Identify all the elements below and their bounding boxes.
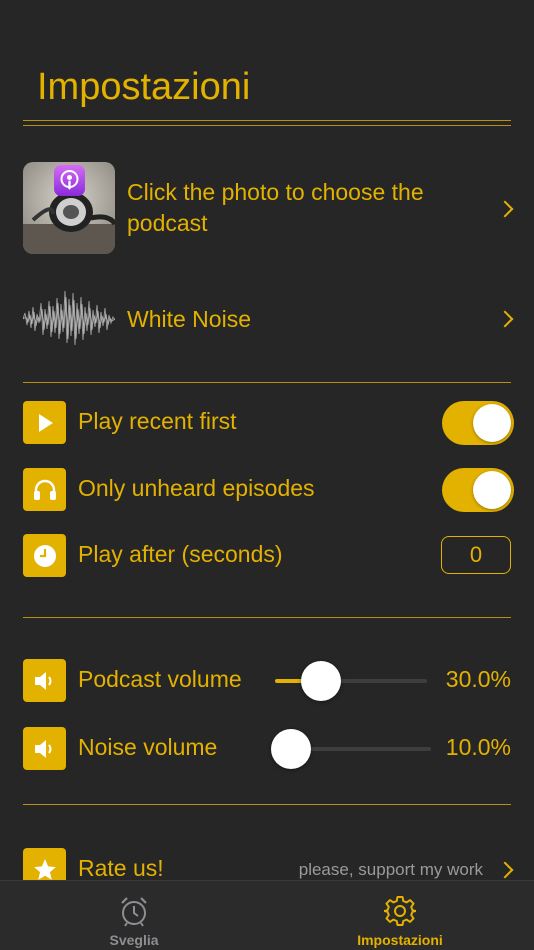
page-title: Impostazioni: [37, 66, 251, 108]
gear-icon: [384, 896, 416, 926]
podcast-volume-row: Podcast volume 30.0%: [23, 659, 513, 703]
play-after-row: Play after (seconds) 0: [23, 534, 513, 578]
play-recent-first-row: Play recent first: [23, 401, 514, 445]
section-divider: [23, 804, 511, 805]
play-recent-first-toggle[interactable]: [442, 401, 514, 445]
tab-impostazioni[interactable]: Impostazioni: [320, 881, 480, 950]
only-unheard-label: Only unheard episodes: [78, 475, 315, 501]
alarm-clock-icon: [121, 897, 147, 927]
section-divider: [23, 382, 511, 383]
headphones-icon: [23, 468, 66, 511]
podcast-volume-label: Podcast volume: [78, 666, 242, 692]
noise-volume-value: 10.0%: [445, 734, 511, 760]
chevron-right-icon: [496, 310, 514, 328]
tab-sveglia-label: Sveglia: [109, 932, 159, 948]
podcast-photo[interactable]: [23, 162, 115, 254]
waveform-thumbnail[interactable]: [23, 273, 115, 365]
podcast-picker-label: Click the photo to choose the podcast: [127, 179, 424, 236]
podcast-volume-value: 30.0%: [445, 666, 511, 692]
tab-bar: Sveglia Impostazioni: [0, 880, 534, 950]
chevron-right-icon: [496, 200, 514, 218]
play-recent-first-label: Play recent first: [78, 408, 237, 434]
only-unheard-row: Only unheard episodes: [23, 468, 514, 512]
play-icon: [23, 401, 66, 444]
play-after-label: Play after (seconds): [78, 541, 283, 567]
rate-us-label: Rate us!: [78, 855, 164, 881]
speaker-icon: [23, 659, 66, 702]
section-divider: [23, 617, 511, 618]
slider-thumb[interactable]: [301, 661, 341, 701]
chevron-right-icon: [496, 861, 514, 879]
noise-volume-label: Noise volume: [78, 734, 218, 760]
white-noise-label: White Noise: [127, 306, 251, 332]
tab-impostazioni-label: Impostazioni: [357, 932, 443, 948]
play-after-input[interactable]: 0: [441, 536, 511, 574]
tab-sveglia[interactable]: Sveglia: [54, 881, 214, 950]
speaker-icon: [23, 727, 66, 770]
slider-thumb[interactable]: [271, 729, 311, 769]
white-noise-row[interactable]: White Noise: [23, 273, 514, 365]
rate-us-subtitle: please, support my work: [298, 860, 483, 879]
noise-volume-slider[interactable]: [271, 729, 431, 769]
title-divider: [23, 120, 511, 126]
podcast-volume-slider[interactable]: [275, 661, 427, 701]
noise-volume-row: Noise volume 10.0%: [23, 727, 513, 771]
clock-icon: [23, 534, 66, 577]
podcast-picker-row[interactable]: Click the photo to choose the podcast: [23, 162, 514, 254]
only-unheard-toggle[interactable]: [442, 468, 514, 512]
